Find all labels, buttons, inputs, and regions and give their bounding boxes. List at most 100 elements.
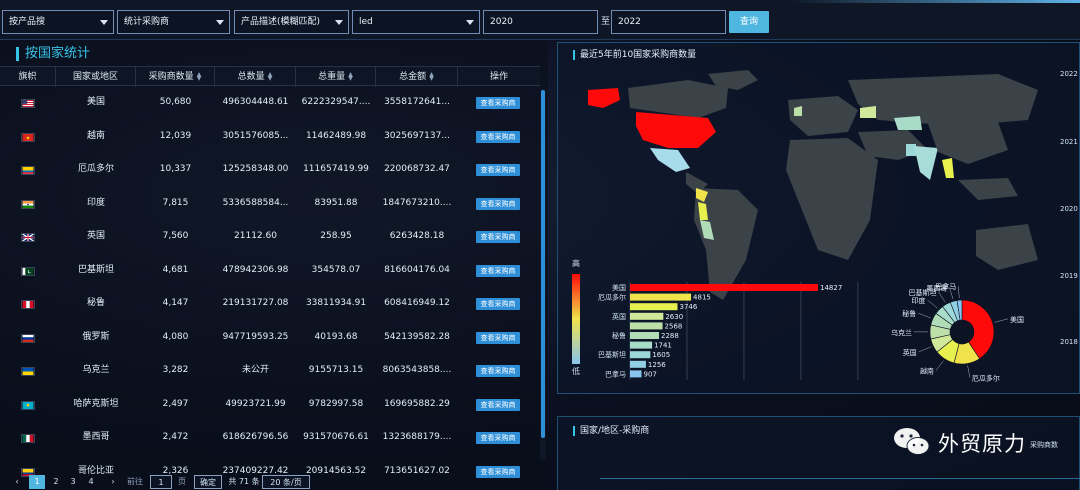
bar[interactable] (630, 303, 678, 311)
total-count: 共 71 条 (228, 477, 260, 486)
prev-page-icon[interactable]: ‹ (12, 475, 22, 489)
pie-label: 美国 (1010, 315, 1024, 324)
map-india[interactable] (914, 146, 938, 180)
confirm-goto-button[interactable]: 确定 (194, 475, 222, 489)
bar[interactable] (630, 312, 664, 320)
bar[interactable] (630, 322, 663, 330)
bar-category-label: 巴拿马 (605, 369, 626, 378)
sort-icon[interactable]: ▲ ▼ (197, 71, 202, 81)
query-button[interactable]: 查询 (729, 11, 769, 33)
goto-page-input[interactable]: 1 (150, 475, 172, 489)
timeline-year-2018[interactable]: 2018 (1060, 338, 1078, 346)
bar[interactable] (630, 332, 660, 339)
map-canada[interactable] (628, 80, 728, 118)
bar[interactable] (630, 284, 818, 291)
cell-qty: 5336588584... (222, 197, 289, 208)
year-to-input[interactable]: 2022 (611, 10, 726, 34)
page-2[interactable]: 2 (49, 475, 63, 489)
view-buyers-button[interactable]: 查看采购商 (476, 398, 520, 411)
table-row: 巴基斯坦 4,681 478942306.98 354578.07 816604176.… (0, 254, 540, 288)
view-buyers-button[interactable]: 查看采购商 (476, 231, 520, 243)
cell-country: 印度 (86, 197, 105, 208)
view-buyers-button[interactable]: 查看采购商 (476, 432, 520, 444)
pie-label: 秘鲁 (902, 309, 916, 318)
map-indonesia[interactable] (958, 178, 1018, 200)
cell-weight: 33811934.91 (305, 298, 367, 308)
map-vietnam[interactable] (942, 158, 954, 178)
page-3[interactable]: 3 (66, 475, 80, 489)
sort-icon[interactable]: ▲ ▼ (268, 71, 273, 81)
map-ukraine[interactable] (860, 106, 876, 118)
map-china[interactable] (928, 122, 1008, 164)
bar[interactable] (630, 370, 642, 378)
view-buyers-button[interactable]: 查看采购商 (476, 197, 520, 210)
sort-icon[interactable]: ▲ ▼ (429, 71, 434, 81)
cell-qty: 219131727.08 (222, 298, 289, 308)
flag-icon (21, 266, 35, 276)
view-buyers-button[interactable]: 查看采购商 (476, 130, 520, 143)
chevron-down-icon (100, 20, 108, 25)
table-header: 旗帜 国家或地区 采购商数量 ▲ ▼ 总数量 ▲ ▼ 总重量 ▲ ▼ 总金额 ▲ ▼ 操作 (0, 66, 540, 87)
view-buyers-button[interactable]: 查看采购商 (476, 365, 520, 377)
pagination: ‹ 1 2 3 4 › 前往 1 页 确定 共 71 条 20 条/页 (0, 474, 548, 490)
map-mexico[interactable] (650, 148, 690, 172)
sort-icon[interactable]: ▲ ▼ (348, 71, 353, 81)
cell-weight: 258.95 (320, 231, 352, 241)
cell-amount: 220068732.47 (384, 164, 450, 174)
stat-type-select[interactable]: 统计采购商 (117, 10, 230, 34)
bar-value-label: 3746 (679, 303, 697, 311)
col-flag: 旗帜 (0, 67, 56, 87)
goto-label: 前往 (127, 477, 143, 486)
next-page-icon[interactable]: › (108, 475, 118, 489)
map-usa[interactable] (636, 112, 716, 148)
year-to-value: 2022 (618, 17, 641, 27)
col-weight[interactable]: 总重量 ▲ ▼ (296, 67, 376, 87)
view-buyers-button[interactable]: 查看采购商 (476, 331, 520, 344)
bar[interactable] (630, 293, 692, 301)
search-type-select[interactable]: 按产品搜 (2, 10, 114, 34)
col-buyers[interactable]: 采购商数量 ▲ ▼ (136, 67, 215, 87)
view-buyers-button[interactable]: 查看采购商 (476, 164, 520, 176)
pie-label: 巴拿马 (935, 282, 956, 291)
pie-label: 越南 (920, 367, 934, 376)
map-russia[interactable] (848, 74, 1038, 126)
pie-label-line (938, 291, 946, 303)
page-4[interactable]: 4 (84, 475, 98, 489)
cell-amount: 816604176.04 (384, 264, 450, 275)
description-type-select[interactable]: 产品描述(模糊匹配) (234, 10, 349, 34)
col-quantity[interactable]: 总数量 ▲ ▼ (215, 67, 296, 87)
col-amount[interactable]: 总金额 ▲ ▼ (376, 67, 458, 87)
map-africa[interactable] (786, 138, 878, 260)
world-map-chart: 高 低 14827 美国 4815 厄瓜多尔 3746 2630 英国 2568 2288 秘鲁 1… (572, 70, 1038, 382)
map-alaska[interactable] (588, 88, 620, 108)
view-buyers-button[interactable]: 查看采购商 (476, 97, 520, 109)
table-row: 美国 50,680 496304448.61 6222329547.... 355817… (0, 86, 540, 120)
flag-icon (21, 199, 35, 209)
cell-weight: 111657419.99 (303, 164, 369, 174)
cell-weight: 931570676.61 (303, 432, 369, 442)
page-size-select[interactable]: 20 条/页 (262, 475, 310, 489)
map-australia[interactable] (976, 224, 1038, 270)
timeline-year-2019[interactable]: 2019 (1060, 272, 1078, 280)
cell-qty: 947719593.25 (222, 331, 289, 342)
cell-qty: 未公开 (241, 365, 269, 375)
keyword-input[interactable]: led (352, 10, 480, 34)
table-scrollbar-thumb[interactable] (541, 90, 545, 438)
map-pakistan[interactable] (906, 144, 916, 156)
timeline-year-2021[interactable]: 2021 (1060, 138, 1078, 146)
bar[interactable] (630, 351, 651, 359)
bar[interactable] (630, 341, 653, 349)
view-buyers-button[interactable]: 查看采购商 (476, 298, 520, 310)
cell-qty: 125258348.00 (222, 164, 289, 174)
cell-country: 乌克兰 (82, 365, 110, 375)
year-from-input[interactable]: 2020 (483, 10, 598, 34)
page-1[interactable]: 1 (29, 475, 45, 489)
map-kazakhstan[interactable] (894, 116, 922, 130)
bar[interactable] (630, 360, 646, 368)
cell-amount: 6263428.18 (389, 231, 445, 241)
view-buyers-button[interactable]: 查看采购商 (476, 264, 520, 277)
timeline-year-2020[interactable]: 2020 (1060, 205, 1078, 213)
cell-weight: 9782997.58 (308, 398, 364, 409)
timeline-year-2022[interactable]: 2022 (1060, 70, 1078, 78)
color-legend[interactable] (572, 274, 580, 364)
